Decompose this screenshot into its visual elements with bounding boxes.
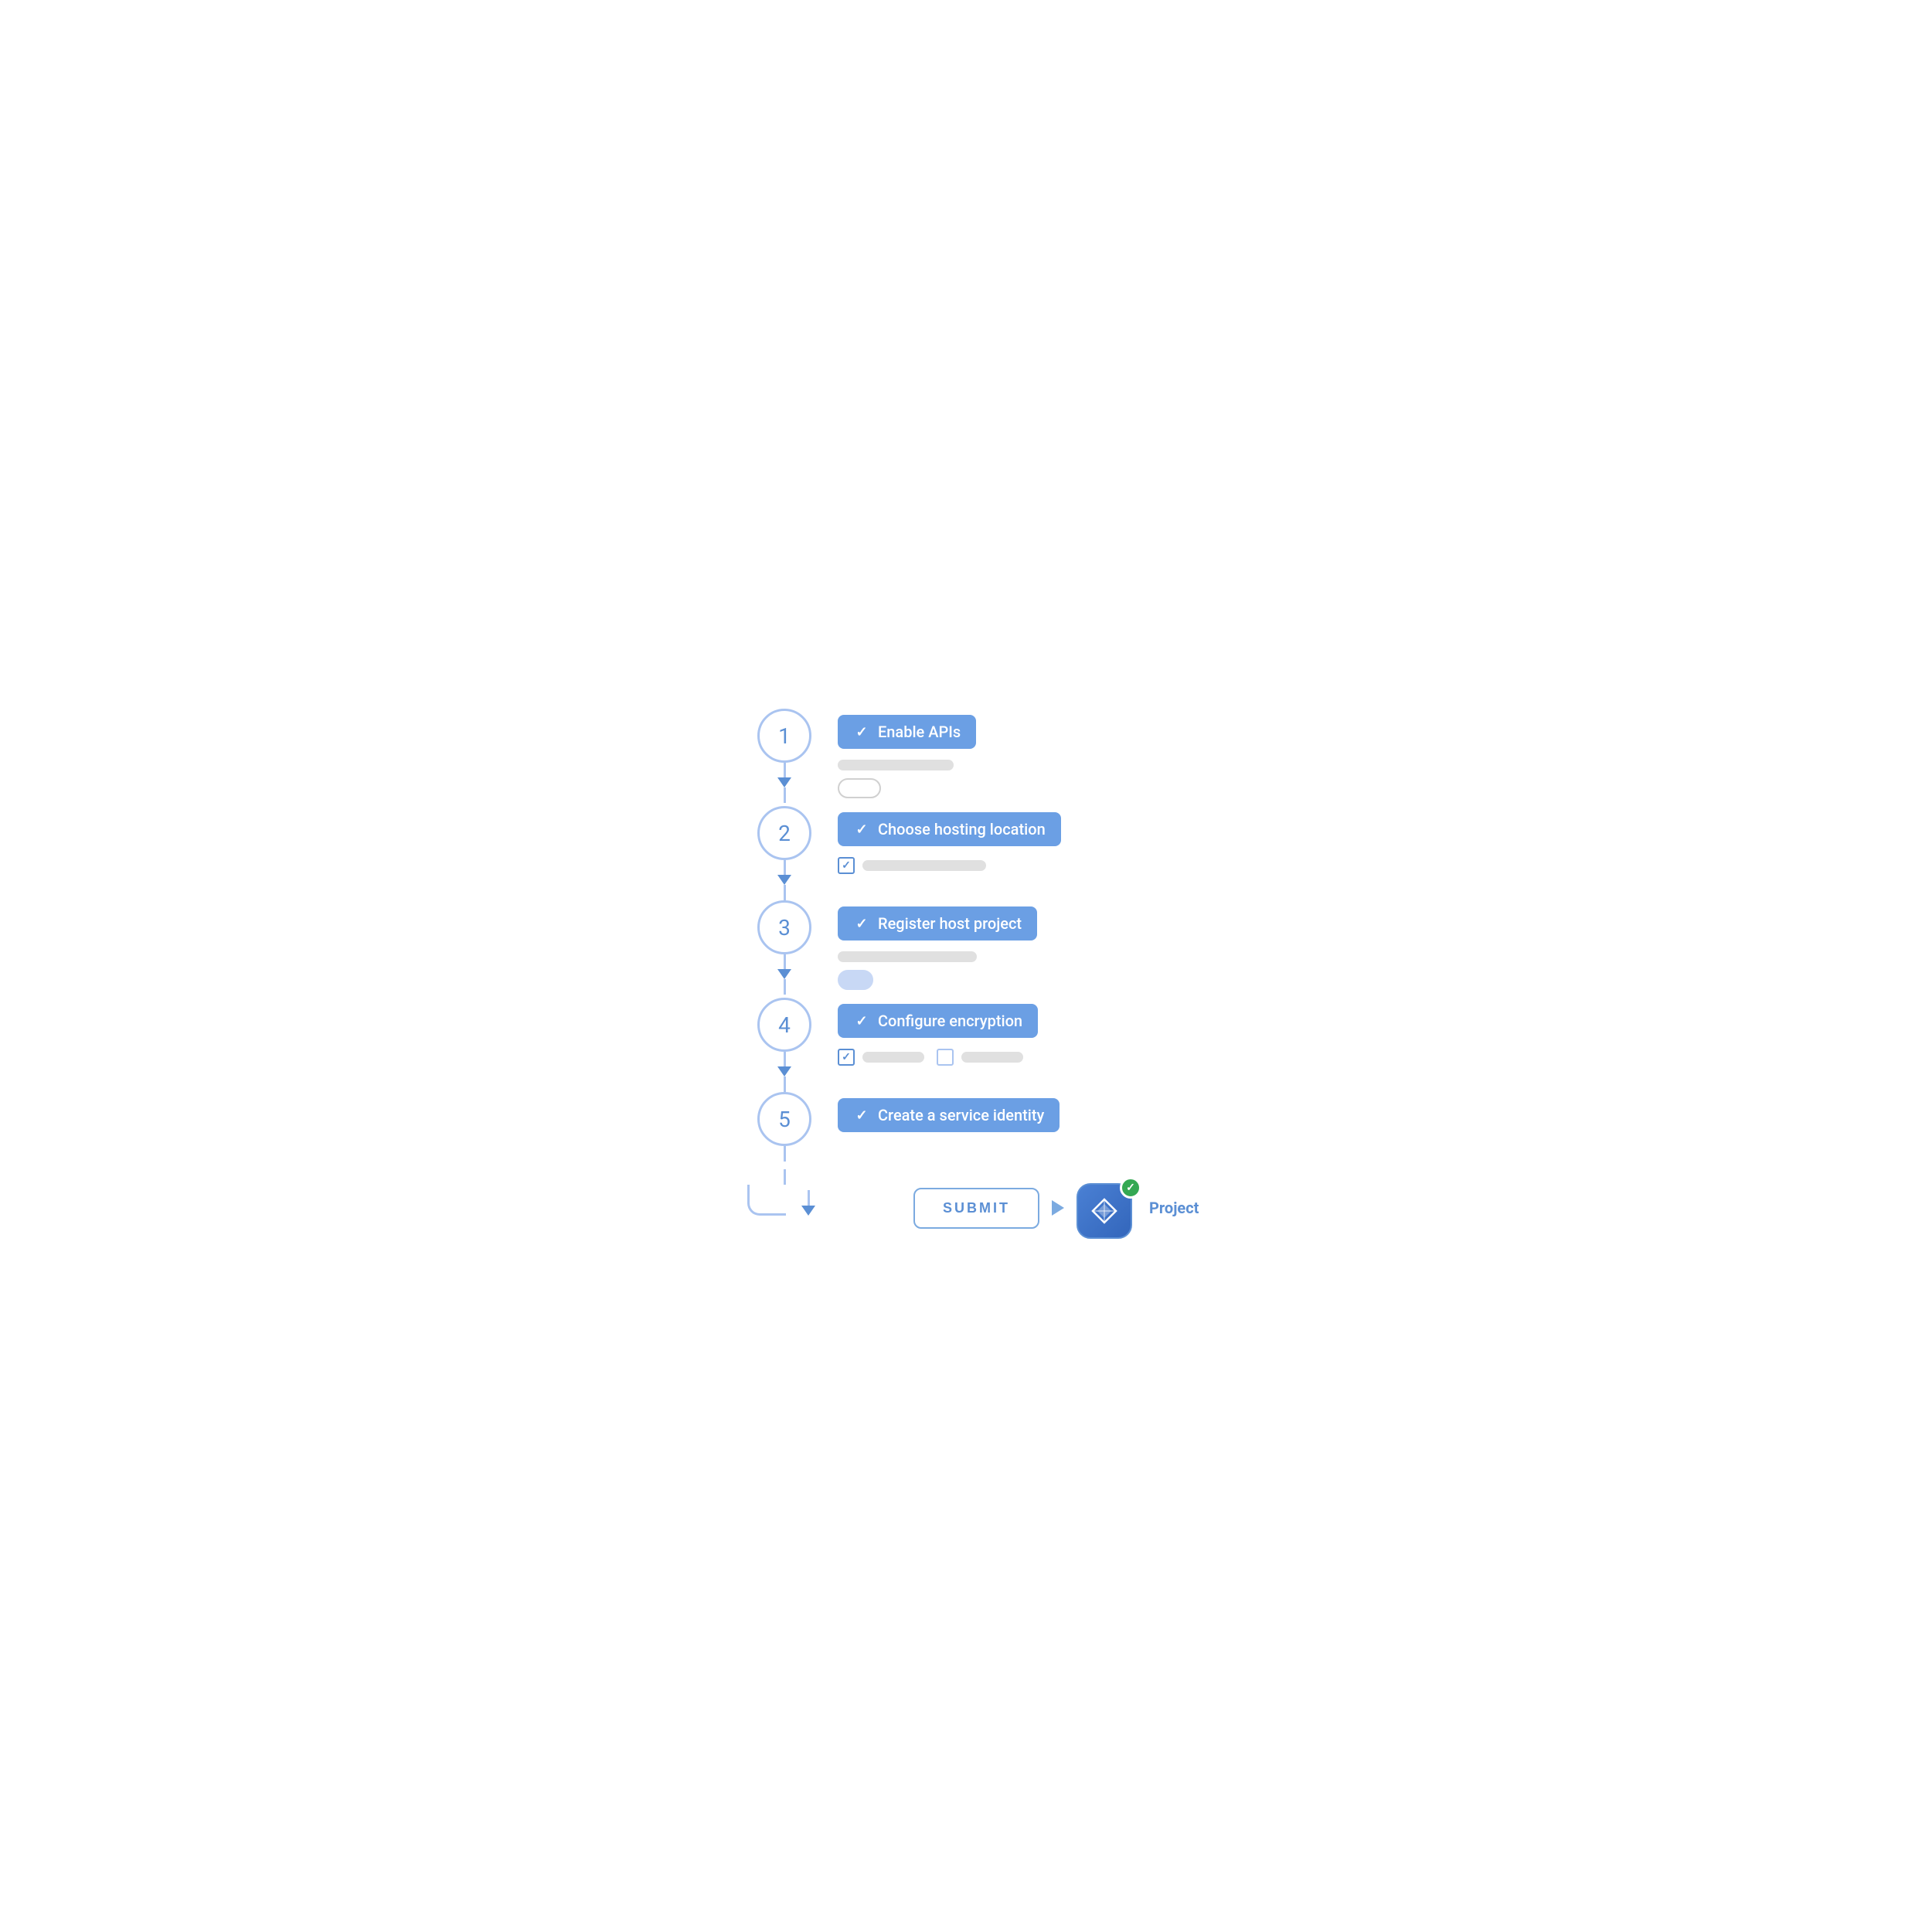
step-3-row: 3 Register host project (750, 900, 1182, 998)
bottom-arrow-wrapper (801, 1190, 815, 1226)
submit-arrow-right (1052, 1200, 1064, 1216)
arrow-3 (777, 969, 791, 979)
step-4-badge: Configure encryption (838, 1004, 1038, 1038)
curved-connector (747, 1185, 786, 1216)
step-3-check-icon (853, 915, 870, 932)
step-2-badge: Choose hosting location (838, 812, 1061, 846)
step-1-badge: Enable APIs (838, 715, 976, 749)
step-5-left: 5 (750, 1092, 819, 1162)
bottom-down-arrow (801, 1206, 815, 1216)
step-2-check-icon (853, 821, 870, 838)
step-2-checkbox[interactable] (838, 857, 855, 874)
submit-row: SUBMIT ✓ Project (819, 1162, 1188, 1223)
step-3-content: Register host project (819, 900, 1182, 998)
step-3-circle: 3 (757, 900, 811, 954)
step-3-badge: Register host project (838, 906, 1037, 940)
step-5-circle: 5 (757, 1092, 811, 1146)
step-4-bar2 (961, 1052, 1023, 1063)
step-4-checkbox2[interactable] (937, 1049, 954, 1066)
step-4-row: 4 Configure encryption (750, 998, 1182, 1092)
connector-4 (784, 1052, 786, 1067)
step-4-content: Configure encryption (819, 998, 1182, 1073)
project-icon-wrapper: ✓ (1077, 1177, 1138, 1239)
arrow-1 (777, 777, 791, 787)
step-2-row: 2 Choose hosting location (750, 806, 1182, 900)
connector-4b (784, 1077, 786, 1092)
step-2-content: Choose hosting location (819, 806, 1182, 882)
step-1-pill (838, 778, 881, 798)
bottom-line-top (784, 1169, 786, 1185)
step-1-content: Enable APIs (819, 709, 1182, 806)
connector-1 (784, 763, 786, 778)
project-label: Project (1149, 1199, 1199, 1217)
step-4-circle: 4 (757, 998, 811, 1052)
submit-project-row: SUBMIT ✓ Project (844, 1177, 1199, 1239)
pre-arrow-line (808, 1190, 810, 1206)
step-1-bar (838, 760, 954, 770)
step-4-bar1 (862, 1052, 924, 1063)
step-3-pill (838, 970, 873, 990)
step-1-check-icon (853, 723, 870, 740)
step-1-circle: 1 (757, 709, 811, 763)
connector-1b (784, 787, 786, 803)
connector-2b (784, 885, 786, 900)
step-2-circle: 2 (757, 806, 811, 860)
submit-button[interactable]: SUBMIT (913, 1188, 1039, 1229)
step-2-left: 2 (750, 806, 819, 900)
step-2-bar (862, 860, 986, 871)
step-2-checkbox-row (838, 857, 1182, 874)
connector-3b (784, 979, 786, 995)
step-3-bar (838, 951, 977, 962)
step-4-checkbox1[interactable] (838, 1049, 855, 1066)
step-4-checkbox-row (838, 1049, 1182, 1066)
step-5-check-icon (853, 1107, 870, 1124)
connector-5 (784, 1146, 786, 1162)
step-5-badge: Create a service identity (838, 1098, 1060, 1132)
step-4-left: 4 (750, 998, 819, 1092)
step-1-left: 1 (750, 709, 819, 803)
green-check-badge: ✓ (1120, 1177, 1141, 1199)
diagram-container: 1 Enable APIs 2 Choo (734, 662, 1198, 1270)
bottom-section: SUBMIT ✓ Project (750, 1162, 1182, 1223)
arrow-2 (777, 875, 791, 885)
step-1-row: 1 Enable APIs (750, 709, 1182, 806)
step-4-check-icon (853, 1012, 870, 1029)
arrow-4 (777, 1066, 791, 1077)
connector-3 (784, 954, 786, 970)
step-5-content: Create a service identity (819, 1092, 1182, 1143)
project-icon-svg (1088, 1195, 1121, 1227)
connector-2 (784, 860, 786, 876)
step-5-row: 5 Create a service identity (750, 1092, 1182, 1162)
step-3-left: 3 (750, 900, 819, 995)
